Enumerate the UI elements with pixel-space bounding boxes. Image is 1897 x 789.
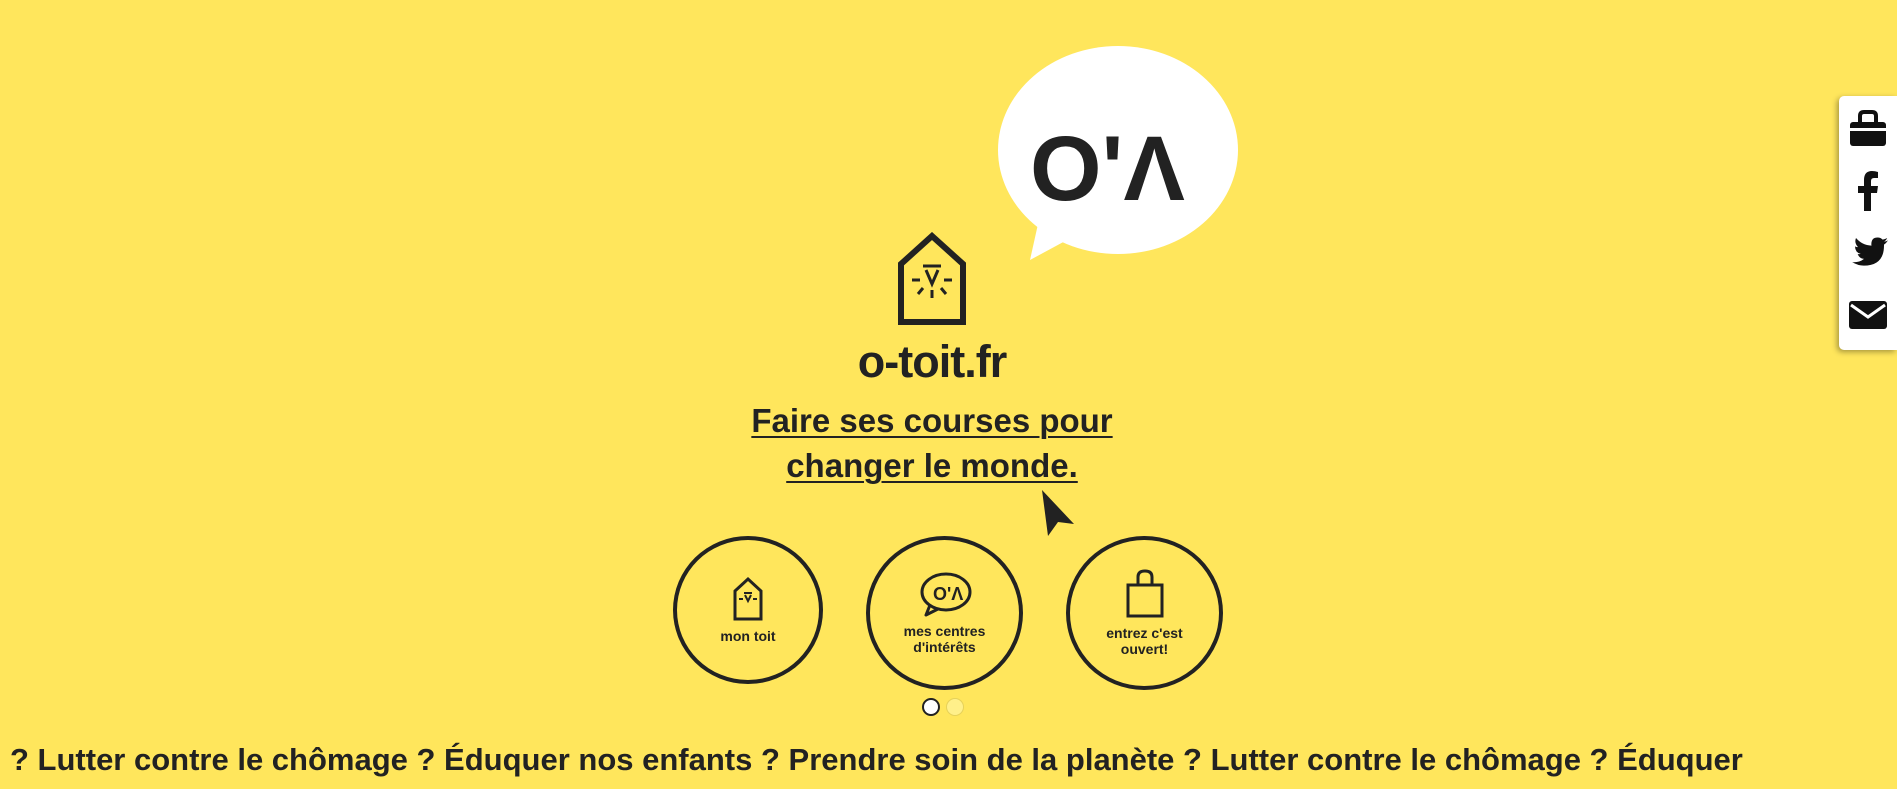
circle-button-centres-interets[interactable]: O'Λ mes centres d'intérêts [866, 536, 1023, 690]
house-icon [733, 576, 763, 621]
circle-label-mon-toit: mon toit [720, 628, 776, 644]
twitter-link[interactable] [1839, 224, 1897, 282]
carousel-dots [922, 698, 964, 716]
bubble-text: O'Λ [1030, 118, 1185, 220]
tagline-container: Faire ses courses pour changer le monde. [0, 398, 1864, 488]
shopping-bag-icon [1850, 110, 1886, 146]
circle-label-entrez: entrez c'est ouvert! [1106, 625, 1183, 657]
shop-link[interactable] [1839, 100, 1897, 158]
mouse-cursor-icon [1042, 490, 1074, 536]
circle-button-entrez[interactable]: entrez c'est ouvert! [1066, 536, 1223, 690]
speech-bubble-logo: O'Λ [998, 46, 1238, 260]
email-link[interactable] [1839, 286, 1897, 344]
tagline-link[interactable]: Faire ses courses pour changer le monde. [722, 398, 1142, 488]
page: O'Λ o-toit.fr Faire ses courses pour cha… [0, 0, 1897, 789]
circle-button-mon-toit[interactable]: mon toit [673, 536, 823, 684]
scrolling-ticker: ? Lutter contre le chômage ? Éduquer nos… [10, 742, 1743, 777]
shopping-bag-icon [1126, 569, 1163, 618]
speech-bubble-icon: O'Λ [920, 572, 971, 617]
facebook-link[interactable] [1839, 162, 1897, 220]
envelope-icon [1849, 301, 1887, 329]
twitter-icon [1852, 237, 1888, 266]
social-sidebar [1839, 96, 1897, 350]
circle-label-centres-interets: mes centres d'intérêts [903, 623, 986, 655]
facebook-icon [1858, 171, 1878, 211]
svg-text:O'Λ: O'Λ [933, 584, 963, 604]
site-title: o-toit.fr [857, 336, 1007, 387]
house-logo-icon [898, 232, 966, 325]
carousel-dot-1[interactable] [922, 698, 940, 716]
carousel-dot-2[interactable] [946, 698, 964, 716]
nav-circles: mon toit O'Λ mes centres d'intérêts entr… [0, 536, 1897, 690]
